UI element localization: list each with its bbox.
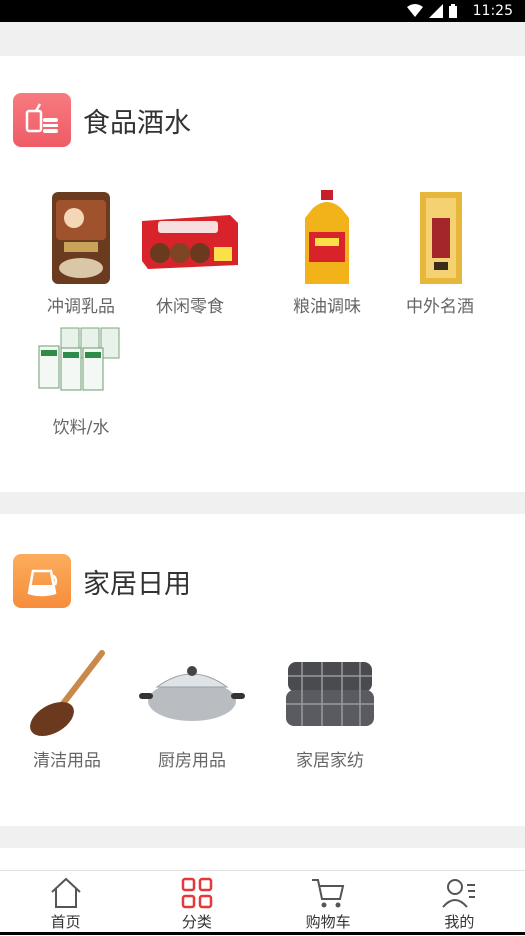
category-item-cleaning[interactable]: 清洁用品 xyxy=(7,642,127,771)
section-home-daily: 家居日用 清洁用品 厨房用品 家居家纺 xyxy=(0,514,525,826)
home-icon xyxy=(50,877,81,908)
category-item-home-textile[interactable]: 家居家纺 xyxy=(270,642,390,771)
section-next xyxy=(0,848,525,870)
snack-box-image xyxy=(130,188,250,288)
status-time: 11:25 xyxy=(472,3,513,19)
section-header: 家居日用 xyxy=(13,554,191,608)
tab-label: 首页 xyxy=(50,913,81,931)
tab-label: 我的 xyxy=(444,913,475,931)
category-label: 粮油调味 xyxy=(293,297,361,317)
tab-profile[interactable]: 我的 xyxy=(394,871,525,936)
section-title: 家居日用 xyxy=(83,568,191,600)
tab-category[interactable]: 分类 xyxy=(131,871,262,936)
kettle-icon xyxy=(13,554,71,608)
battery-icon xyxy=(449,4,457,18)
tab-label: 分类 xyxy=(181,913,212,931)
profile-icon xyxy=(442,879,476,908)
category-grid-icon xyxy=(181,877,213,909)
section-title: 食品酒水 xyxy=(83,107,191,139)
category-label: 家居家纺 xyxy=(296,751,364,771)
category-label: 休闲零食 xyxy=(156,297,224,317)
tab-home[interactable]: 首页 xyxy=(0,871,131,936)
status-icons xyxy=(407,4,457,18)
category-scroll[interactable]: 食品酒水 冲调乳品 休闲零食 粮油调味 中外名酒 饮料/水 家居日用 清洁用品 … xyxy=(0,22,525,870)
tab-label: 购物车 xyxy=(305,913,351,931)
brush-image xyxy=(7,642,127,742)
category-item-liquor[interactable]: 中外名酒 xyxy=(380,188,500,317)
category-item-dairy[interactable]: 冲调乳品 xyxy=(21,188,141,317)
cart-icon xyxy=(312,879,345,908)
section-header: 食品酒水 xyxy=(13,93,191,147)
quilt-image xyxy=(270,642,390,742)
category-item-snacks[interactable]: 休闲零食 xyxy=(130,188,250,317)
section-food-drinks: 食品酒水 冲调乳品 休闲零食 粮油调味 中外名酒 饮料/水 xyxy=(0,56,525,492)
drink-food-icon xyxy=(13,93,71,147)
category-item-kitchen[interactable]: 厨房用品 xyxy=(132,642,252,771)
oil-bottle-image xyxy=(267,188,387,288)
wifi-icon xyxy=(407,4,423,17)
liquor-box-image xyxy=(380,188,500,288)
status-bar: 11:25 xyxy=(0,0,525,22)
category-item-grain-oil[interactable]: 粮油调味 xyxy=(267,188,387,317)
tab-cart[interactable]: 购物车 xyxy=(263,871,394,936)
category-label: 清洁用品 xyxy=(33,751,101,771)
drink-cartons-image xyxy=(21,309,141,409)
wok-image xyxy=(132,642,252,742)
category-label: 厨房用品 xyxy=(158,751,226,771)
category-label: 中外名酒 xyxy=(406,297,474,317)
category-label: 饮料/水 xyxy=(52,418,110,438)
coffee-pack-image xyxy=(21,188,141,288)
category-item-beverages[interactable]: 饮料/水 xyxy=(21,309,141,438)
signal-icon xyxy=(429,4,443,18)
bottom-tab-bar: 首页 分类 购物车 我的 xyxy=(0,870,525,936)
